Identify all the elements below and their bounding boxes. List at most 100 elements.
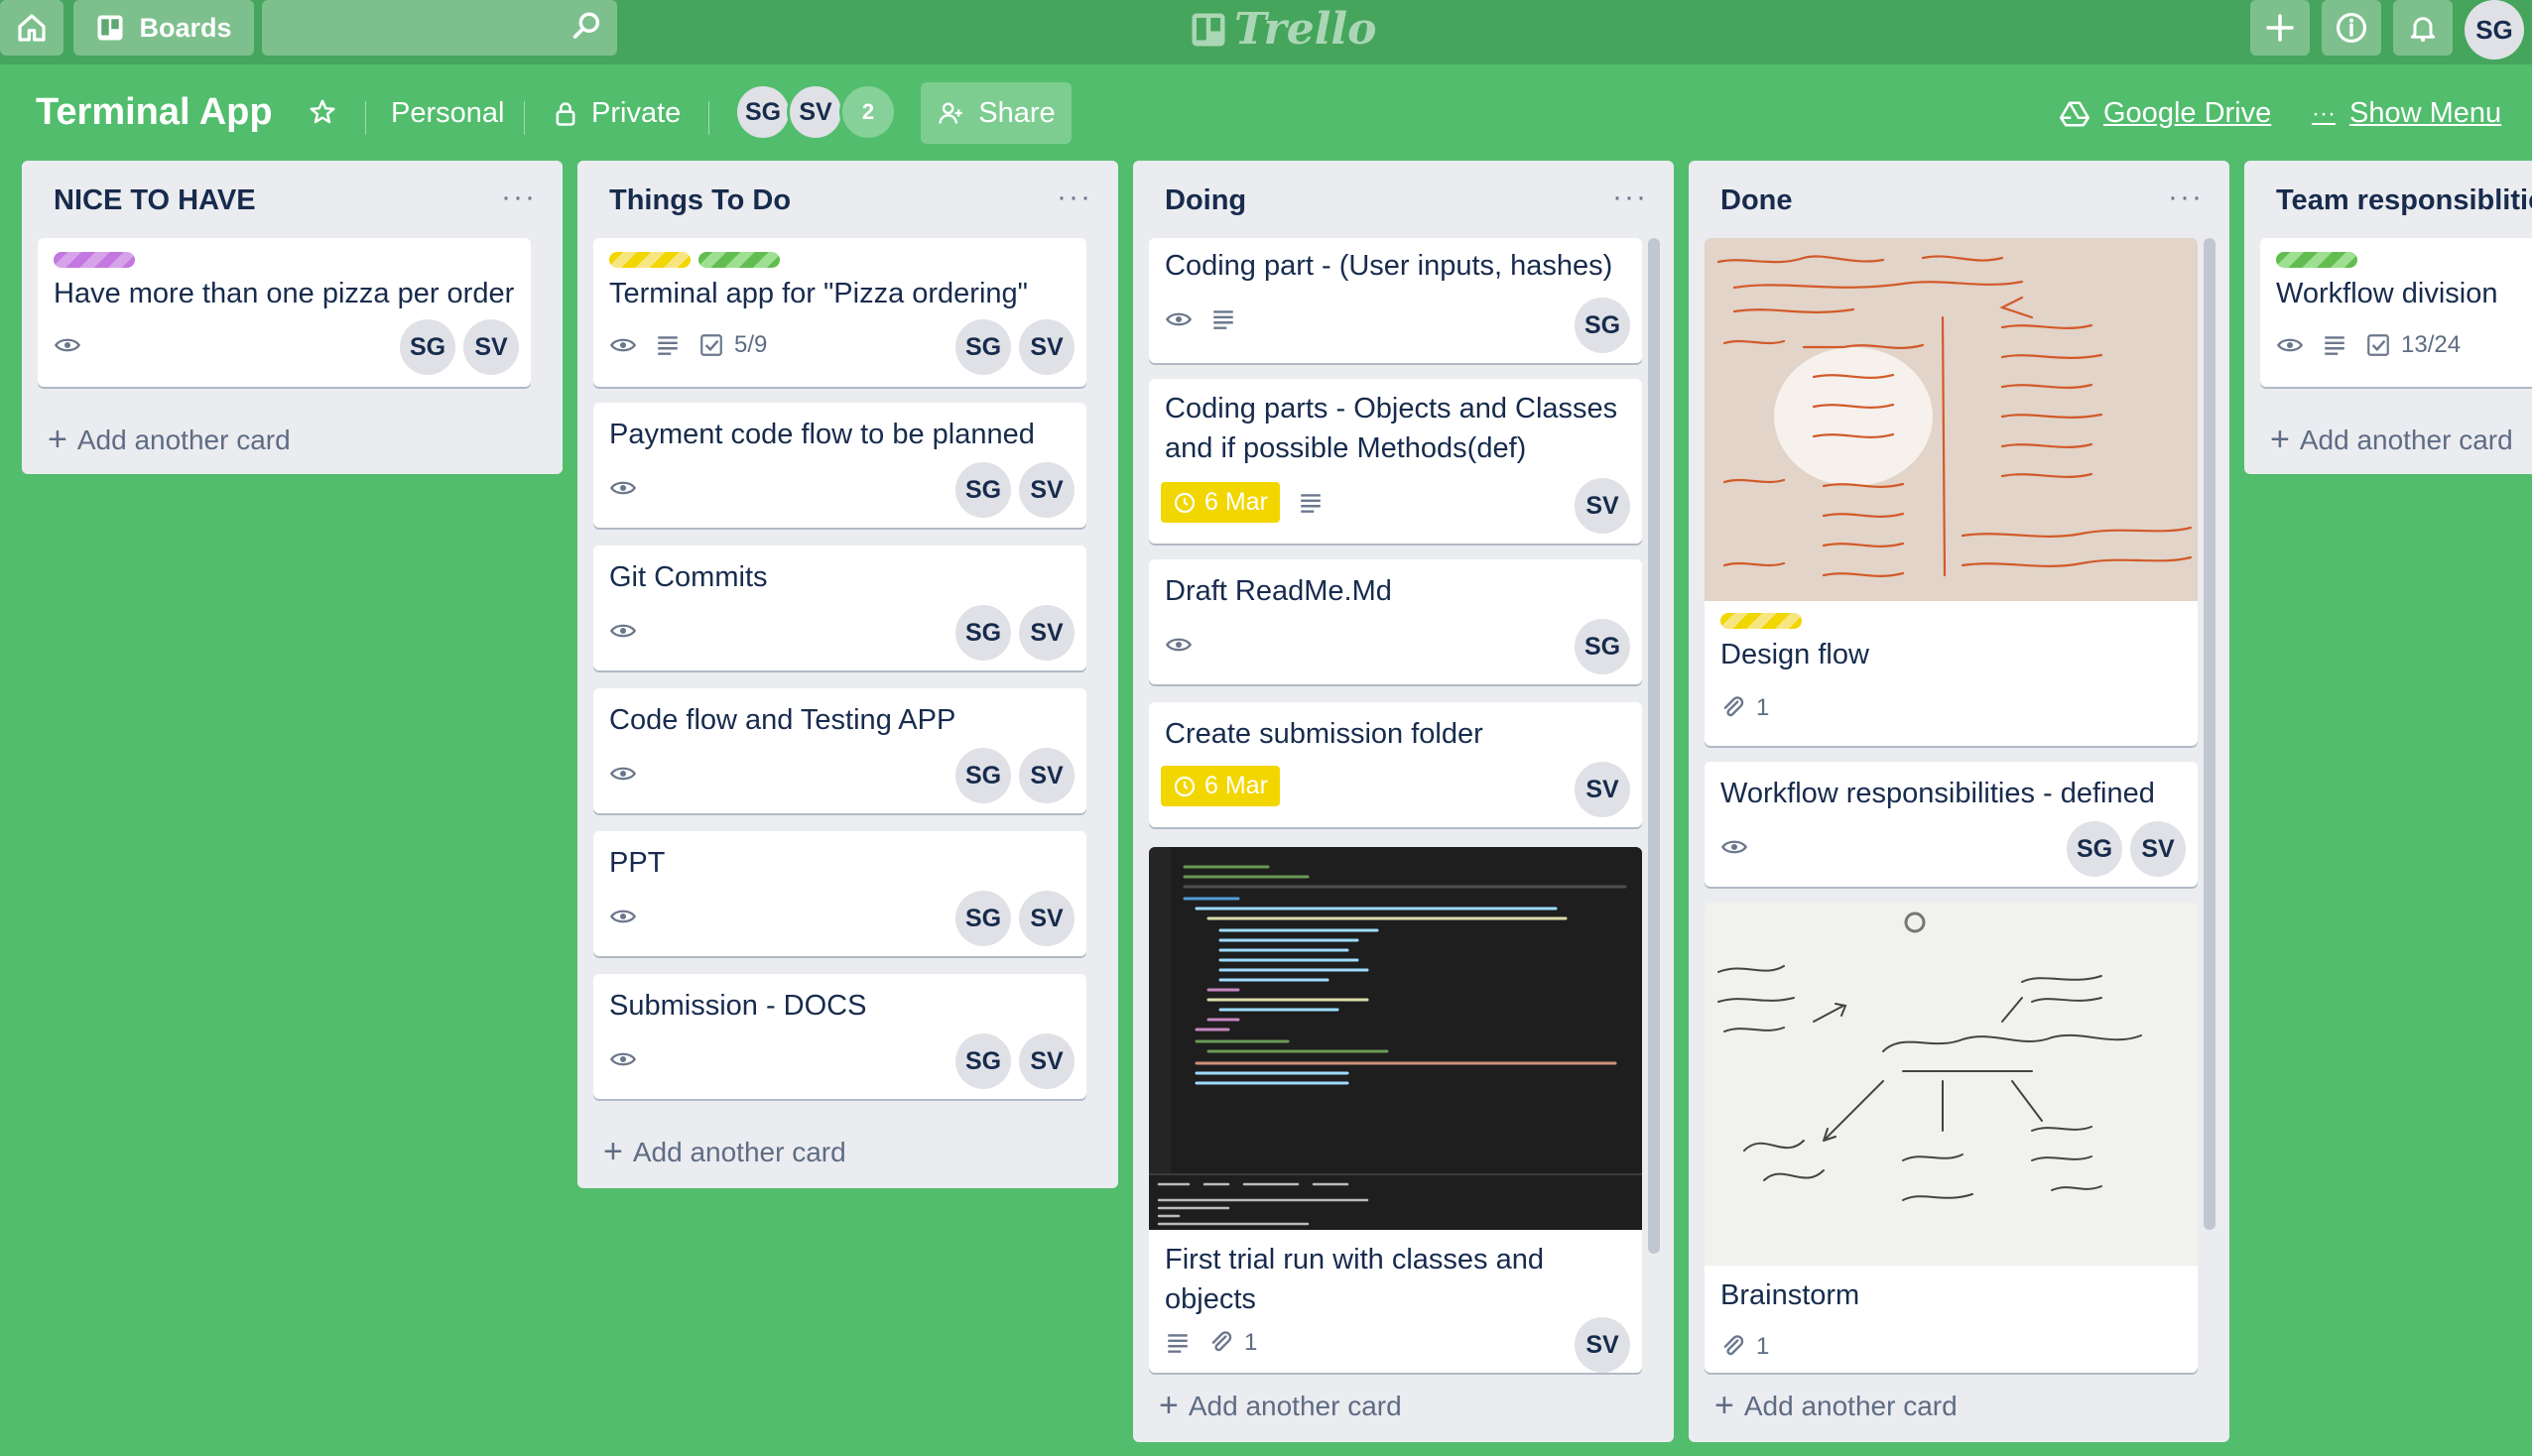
- watch-icon: [2276, 338, 2304, 352]
- notifications-button[interactable]: [2393, 0, 2453, 56]
- due-date-badge[interactable]: 6 Mar: [1161, 482, 1280, 523]
- card-badges: [1165, 631, 1193, 659]
- card-title-line: Coding parts - Objects and Classes: [1165, 393, 1618, 425]
- member-avatar[interactable]: SV: [1575, 1317, 1630, 1373]
- info-button[interactable]: [2322, 0, 2381, 56]
- member-avatar[interactable]: SG: [955, 462, 1011, 518]
- list-menu-icon[interactable]: ···: [2168, 181, 2204, 214]
- member-avatar[interactable]: SV: [1019, 891, 1075, 946]
- share-button[interactable]: Share: [921, 82, 1072, 144]
- list-title[interactable]: Team responsiblities: [2276, 184, 2532, 217]
- member-avatar[interactable]: SG: [955, 748, 1011, 803]
- list-header: Doing ···: [1133, 161, 1674, 238]
- more-members-badge[interactable]: 2: [839, 83, 897, 141]
- list-title[interactable]: Things To Do: [609, 184, 791, 217]
- show-menu-button[interactable]: ··· Show Menu: [2312, 97, 2501, 130]
- card[interactable]: Workflow responsibilities - defined SG S…: [1705, 762, 2198, 887]
- card[interactable]: Code flow and Testing APP SG SV: [593, 688, 1086, 813]
- label-yellow[interactable]: [609, 252, 691, 268]
- member-avatar[interactable]: SV: [1575, 762, 1630, 817]
- card-members: SG SV: [2067, 821, 2186, 877]
- card-labels[interactable]: [1720, 613, 1802, 629]
- card[interactable]: Terminal app for "Pizza ordering" 5/9 SG…: [593, 238, 1086, 387]
- card[interactable]: Create submission folder 6 Mar SV: [1149, 702, 1642, 827]
- card[interactable]: Brainstorm 1: [1705, 903, 2198, 1373]
- boards-button[interactable]: Boards: [73, 0, 254, 56]
- card[interactable]: Payment code flow to be planned SG SV: [593, 403, 1086, 528]
- card[interactable]: PPT SG SV: [593, 831, 1086, 956]
- list-menu-icon[interactable]: ···: [1612, 181, 1648, 214]
- list-title[interactable]: Doing: [1165, 184, 1246, 217]
- trello-logo[interactable]: Trello: [1191, 4, 1377, 55]
- card[interactable]: Coding part - (User inputs, hashes) SG: [1149, 238, 1642, 363]
- member-avatar[interactable]: SV: [463, 319, 519, 375]
- card-labels[interactable]: [2276, 252, 2357, 268]
- label-green[interactable]: [698, 252, 780, 268]
- plus-icon: +: [603, 1133, 623, 1170]
- card[interactable]: First trial run with classes and objects…: [1149, 847, 1642, 1373]
- list-menu-icon[interactable]: ···: [501, 181, 537, 214]
- due-date-badge[interactable]: 6 Mar: [1161, 766, 1280, 806]
- card[interactable]: Draft ReadMe.Md SG: [1149, 559, 1642, 684]
- member-avatar[interactable]: SG: [1575, 619, 1630, 674]
- list-scrollbar[interactable]: [2204, 238, 2216, 1230]
- card[interactable]: Coding parts - Objects and Classes and i…: [1149, 379, 1642, 544]
- member-avatar[interactable]: SV: [1019, 462, 1075, 518]
- card[interactable]: Git Commits SG SV: [593, 546, 1086, 670]
- member-avatar[interactable]: SV: [1019, 1033, 1075, 1089]
- clock-icon: [1174, 492, 1196, 513]
- member-avatar[interactable]: SV: [1019, 319, 1075, 375]
- paperclip-icon: [1211, 1331, 1232, 1352]
- board-title[interactable]: Terminal App: [36, 91, 273, 134]
- member-avatar[interactable]: SG: [1575, 298, 1630, 353]
- create-button[interactable]: [2250, 0, 2310, 56]
- label-purple[interactable]: [54, 252, 135, 268]
- card-labels[interactable]: [609, 252, 780, 268]
- add-card-button[interactable]: + Add another card: [2270, 421, 2513, 459]
- list-things-to-do: Things To Do ··· Terminal app for "Pizza…: [577, 161, 1118, 1188]
- card-labels[interactable]: [54, 252, 135, 268]
- member-avatar[interactable]: SG: [955, 605, 1011, 661]
- member-avatar[interactable]: SV: [787, 83, 844, 141]
- member-avatar[interactable]: SG: [400, 319, 455, 375]
- card[interactable]: Submission - DOCS SG SV: [593, 974, 1086, 1099]
- card[interactable]: Have more than one pizza per order SG SV: [38, 238, 531, 387]
- search-input[interactable]: [262, 0, 617, 56]
- card[interactable]: Design flow 1: [1705, 238, 2198, 746]
- description-icon: [1168, 1334, 1188, 1353]
- list-menu-icon[interactable]: ···: [1057, 181, 1092, 214]
- watch-icon: [609, 910, 637, 923]
- member-avatar[interactable]: SG: [2067, 821, 2122, 877]
- card-cover-whiteboard-photo: [1705, 238, 2198, 601]
- google-drive-link[interactable]: Google Drive: [2060, 97, 2271, 130]
- label-green[interactable]: [2276, 252, 2357, 268]
- add-card-button[interactable]: + Add another card: [1714, 1387, 1958, 1425]
- attachment-count: 1: [1756, 1333, 1770, 1360]
- star-button[interactable]: [308, 97, 337, 127]
- member-avatar[interactable]: SV: [1019, 605, 1075, 661]
- user-avatar[interactable]: SG: [2465, 0, 2524, 60]
- add-card-button[interactable]: + Add another card: [1159, 1387, 1402, 1425]
- member-avatar[interactable]: SG: [955, 891, 1011, 946]
- google-drive-label: Google Drive: [2103, 97, 2272, 129]
- card[interactable]: Workflow division 13/24: [2260, 238, 2532, 387]
- list-title[interactable]: NICE TO HAVE: [54, 184, 256, 217]
- home-icon: [18, 14, 46, 42]
- member-avatar[interactable]: SV: [1019, 748, 1075, 803]
- label-yellow[interactable]: [1720, 613, 1802, 629]
- list-title[interactable]: Done: [1720, 184, 1793, 217]
- member-avatar[interactable]: SG: [734, 83, 792, 141]
- team-button[interactable]: Personal: [391, 97, 504, 130]
- list-scrollbar[interactable]: [1648, 238, 1660, 1254]
- member-avatar[interactable]: SG: [955, 1033, 1011, 1089]
- member-avatar[interactable]: SV: [2130, 821, 2186, 877]
- member-avatar[interactable]: SV: [1575, 478, 1630, 534]
- trello-logo-icon: [1192, 13, 1225, 46]
- list-doing: Doing ··· Coding part - (User inputs, ha…: [1133, 161, 1674, 1442]
- add-card-button[interactable]: + Add another card: [603, 1133, 846, 1171]
- visibility-button[interactable]: Private: [552, 97, 681, 130]
- card-title-line: First trial run with classes and: [1165, 1244, 1544, 1275]
- home-button[interactable]: [0, 0, 63, 56]
- add-card-button[interactable]: + Add another card: [48, 421, 291, 459]
- member-avatar[interactable]: SG: [955, 319, 1011, 375]
